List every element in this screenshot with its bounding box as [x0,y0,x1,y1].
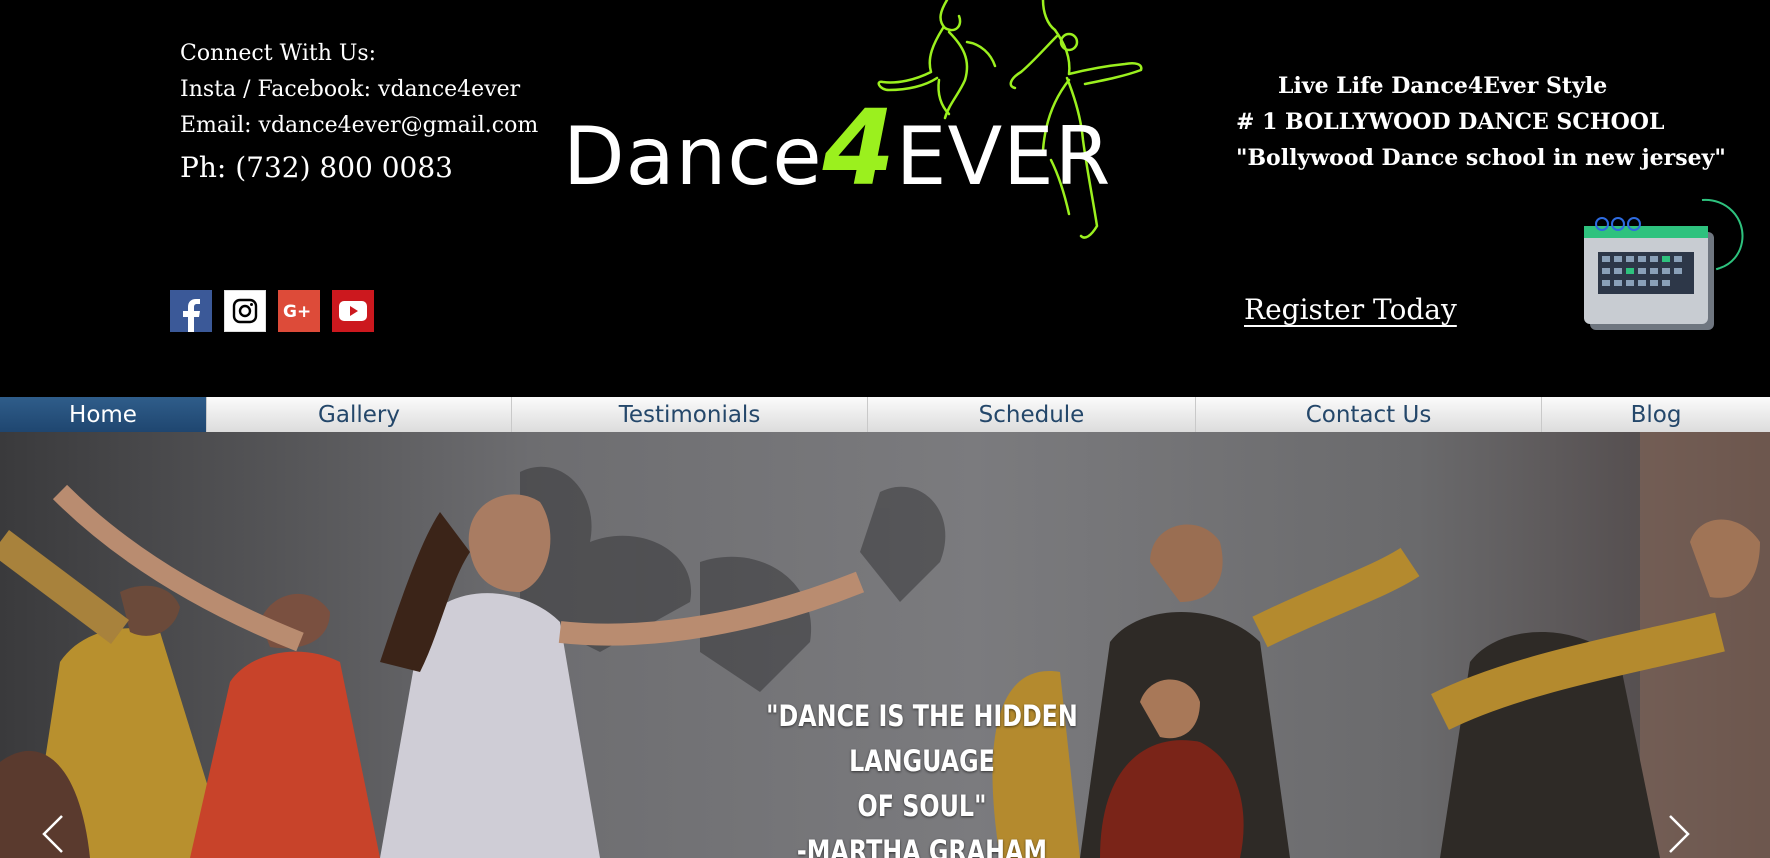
tagline-line-3: "Bollywood Dance school in new jersey" [1236,145,1726,171]
nav-contact-us[interactable]: Contact Us [1196,397,1542,432]
social-bar: G+ [170,290,374,332]
nav-testimonials[interactable]: Testimonials [512,397,868,432]
tagline-line-2: # 1 BOLLYWOOD DANCE SCHOOL [1236,109,1665,135]
site-header: Connect With Us: Insta / Facebook: vdanc… [0,0,1770,397]
facebook-icon[interactable] [170,290,212,332]
logo-text-ever: EVER [895,110,1112,203]
hero-quote-line-3: -MARTHA GRAHAM [796,834,1048,858]
logo-wordmark: Dance4EVER [563,96,1111,200]
logo-text-four: 4 [822,87,896,209]
nav-schedule[interactable]: Schedule [868,397,1196,432]
contact-heading: Connect With Us: [180,41,377,66]
main-nav: Home Gallery Testimonials Schedule Conta… [0,397,1770,432]
nav-blog[interactable]: Blog [1542,397,1770,432]
hero-quote-line-2: OF SOUL" [857,789,987,823]
nav-home[interactable]: Home [0,397,207,432]
google-plus-icon[interactable]: G+ [278,290,320,332]
hero-quote: "DANCE IS THE HIDDEN LANGUAGE OF SOUL" -… [740,694,1104,858]
contact-email-line[interactable]: Email: vdance4ever@gmail.com [180,108,538,144]
instagram-icon[interactable] [224,290,266,332]
contact-social-line: Insta / Facebook: vdance4ever [180,77,521,102]
logo-text-dance: Dance [563,110,823,203]
site-logo[interactable]: Dance4EVER [545,0,1185,245]
contact-phone-line: Ph: (732) 800 0083 [180,151,453,184]
tagline-line-1: Live Life Dance4Ever Style [1278,73,1608,99]
chevron-left-icon[interactable] [38,812,68,856]
hero-quote-line-1: "DANCE IS THE HIDDEN LANGUAGE [766,699,1078,778]
register-today-link[interactable]: Register Today [1244,292,1457,328]
calendar-icon[interactable] [1576,196,1746,336]
hero-slideshow: "DANCE IS THE HIDDEN LANGUAGE OF SOUL" -… [0,432,1770,858]
chevron-right-icon[interactable] [1664,812,1694,856]
tagline-block: Live Life Dance4Ever Style # 1 BOLLYWOOD… [1236,68,1726,176]
svg-text:G+: G+ [283,302,311,322]
nav-gallery[interactable]: Gallery [207,397,512,432]
contact-info: Connect With Us: Insta / Facebook: vdanc… [180,36,538,190]
youtube-icon[interactable] [332,290,374,332]
